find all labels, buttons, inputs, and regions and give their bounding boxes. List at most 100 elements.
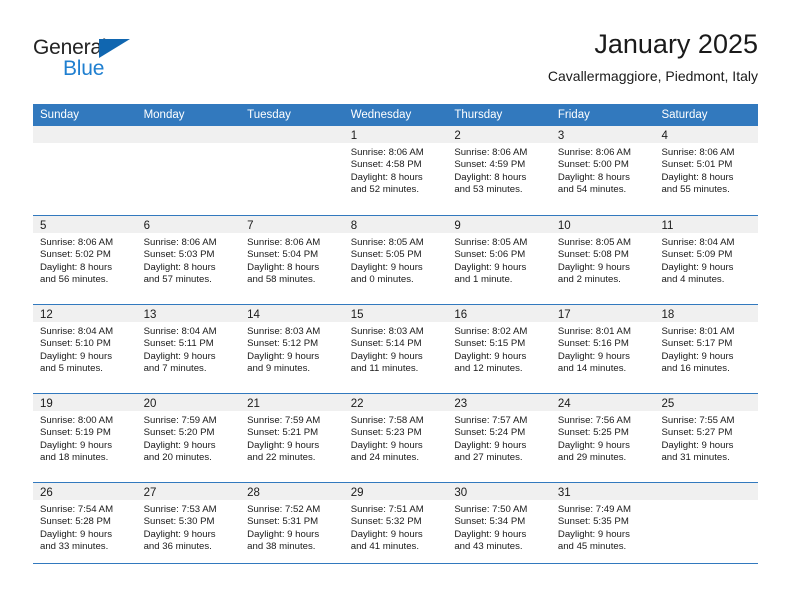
daylight-line-cont: and 14 minutes.: [557, 363, 627, 375]
sunset-line: Sunset: 4:59 PM: [454, 159, 526, 171]
daylight-line-cont: and 33 minutes.: [40, 541, 109, 553]
day-number: 21: [247, 398, 260, 410]
daylight-line: Daylight: 9 hours: [557, 261, 630, 273]
sunset-line: Sunset: 5:25 PM: [557, 427, 629, 439]
daylight-line: Daylight: 9 hours: [557, 350, 630, 362]
day-number-band: 10: [550, 216, 655, 233]
sunrise-line: Sunrise: 7:49 AM: [557, 504, 631, 515]
sunrise-line: Sunrise: 8:06 AM: [40, 237, 114, 248]
calendar-day-cell[interactable]: 15 Sunrise: 8:03 AM Sunset: 5:14 PM Dayligh…: [343, 305, 448, 393]
sunrise-line: Sunrise: 7:57 AM: [454, 415, 528, 426]
calendar-day-cell[interactable]: 14 Sunrise: 8:03 AM Sunset: 5:12 PM Dayligh…: [240, 305, 344, 393]
daylight-line: Daylight: 9 hours: [247, 528, 320, 540]
day-number-band: 27: [136, 483, 241, 500]
calendar-day-cell[interactable]: 17 Sunrise: 8:01 AM Sunset: 5:16 PM Dayligh…: [550, 305, 655, 393]
day-number-band: [654, 483, 759, 500]
calendar-day-cell[interactable]: 23 Sunrise: 7:57 AM Sunset: 5:24 PM Dayligh…: [447, 394, 551, 482]
daylight-line-cont: and 22 minutes.: [247, 452, 316, 464]
day-sun-info: Sunrise: 8:02 AM Sunset: 5:15 PM Daylight:…: [447, 322, 551, 376]
daylight-line: Daylight: 8 hours: [661, 171, 734, 183]
calendar-day-cell[interactable]: 20 Sunrise: 7:59 AM Sunset: 5:20 PM Dayligh…: [136, 394, 241, 482]
day-number-band: 29: [343, 483, 448, 500]
logo-text-blue: Blue: [63, 57, 105, 80]
daylight-line: Daylight: 9 hours: [454, 439, 527, 451]
sunrise-line: Sunrise: 7:56 AM: [557, 415, 631, 426]
sunrise-line: Sunrise: 7:55 AM: [661, 415, 735, 426]
calendar-day-cell[interactable]: 27 Sunrise: 7:53 AM Sunset: 5:30 PM Dayligh…: [136, 483, 241, 571]
sunrise-line: Sunrise: 8:06 AM: [454, 147, 528, 158]
calendar-day-cell[interactable]: 24 Sunrise: 7:56 AM Sunset: 5:25 PM Dayligh…: [550, 394, 655, 482]
calendar-day-cell[interactable]: 9 Sunrise: 8:05 AM Sunset: 5:06 PM Daylight…: [447, 216, 551, 304]
calendar-day-cell[interactable]: 7 Sunrise: 8:06 AM Sunset: 5:04 PM Daylight…: [240, 216, 344, 304]
day-number-band: 7: [240, 216, 344, 233]
daylight-line: Daylight: 9 hours: [557, 528, 630, 540]
calendar-day-cell[interactable]: 16 Sunrise: 8:02 AM Sunset: 5:15 PM Dayligh…: [447, 305, 551, 393]
day-sun-info: Sunrise: 8:06 AM Sunset: 4:58 PM Daylight:…: [344, 143, 448, 197]
calendar-day-cell[interactable]: 6 Sunrise: 8:06 AM Sunset: 5:03 PM Daylight…: [136, 216, 241, 304]
calendar-day-cell[interactable]: 22 Sunrise: 7:58 AM Sunset: 5:23 PM Dayligh…: [343, 394, 448, 482]
calendar-day-cell[interactable]: 26 Sunrise: 7:54 AM Sunset: 5:28 PM Dayligh…: [33, 483, 137, 571]
calendar-bottom-rule: [33, 563, 758, 564]
calendar-day-cell[interactable]: 29 Sunrise: 7:51 AM Sunset: 5:32 PM Dayligh…: [343, 483, 448, 571]
calendar-day-cell[interactable]: 1 Sunrise: 8:06 AM Sunset: 4:58 PM Daylight…: [343, 126, 448, 215]
sunset-line: Sunset: 5:02 PM: [40, 249, 111, 261]
calendar-day-cell[interactable]: 2 Sunrise: 8:06 AM Sunset: 4:59 PM Daylight…: [447, 126, 551, 215]
calendar-day-cell[interactable]: 10 Sunrise: 8:05 AM Sunset: 5:08 PM Dayligh…: [550, 216, 655, 304]
sunrise-line: Sunrise: 8:05 AM: [454, 237, 528, 248]
sunrise-line: Sunrise: 8:01 AM: [557, 326, 631, 337]
calendar-day-cell[interactable]: 18 Sunrise: 8:01 AM Sunset: 5:17 PM Dayligh…: [654, 305, 759, 393]
day-number-band: 24: [550, 394, 655, 411]
day-number-band: 17: [550, 305, 655, 322]
sunrise-line: Sunrise: 8:05 AM: [557, 237, 631, 248]
sunrise-line: Sunrise: 7:51 AM: [350, 504, 424, 515]
day-number-band: 19: [33, 394, 137, 411]
daylight-line: Daylight: 9 hours: [143, 350, 216, 362]
calendar-day-cell[interactable]: 8 Sunrise: 8:05 AM Sunset: 5:05 PM Daylight…: [343, 216, 448, 304]
calendar-day-cell[interactable]: 19 Sunrise: 8:00 AM Sunset: 5:19 PM Dayligh…: [33, 394, 137, 482]
day-number: 10: [557, 220, 571, 232]
weekday-header-friday: Friday: [557, 109, 590, 121]
calendar-day-cell[interactable]: 11 Sunrise: 8:04 AM Sunset: 5:09 PM Dayligh…: [654, 216, 759, 304]
day-number-band: 18: [654, 305, 759, 322]
day-sun-info: Sunrise: 8:01 AM Sunset: 5:16 PM Daylight:…: [551, 322, 655, 376]
calendar-day-cell[interactable]: 31 Sunrise: 7:49 AM Sunset: 5:35 PM Dayligh…: [550, 483, 655, 571]
day-number: 15: [350, 309, 364, 321]
daylight-line: Daylight: 8 hours: [143, 261, 216, 273]
sunrise-line: Sunrise: 8:03 AM: [247, 326, 321, 337]
calendar-day-cell[interactable]: 25 Sunrise: 7:55 AM Sunset: 5:27 PM Dayligh…: [654, 394, 759, 482]
day-number-band: 8: [343, 216, 448, 233]
sunset-line: Sunset: 5:35 PM: [557, 516, 629, 528]
daylight-line-cont: and 0 minutes.: [350, 274, 414, 286]
calendar-day-cell[interactable]: 13 Sunrise: 8:04 AM Sunset: 5:11 PM Dayligh…: [136, 305, 241, 393]
day-sun-info: Sunrise: 8:06 AM Sunset: 5:01 PM Daylight:…: [654, 143, 758, 197]
day-number: 26: [40, 487, 53, 499]
day-number-band: 23: [447, 394, 551, 411]
generalblue-logo[interactable]: General Blue: [33, 36, 163, 88]
day-number-band: 30: [447, 483, 551, 500]
day-number-band: [33, 126, 137, 143]
daylight-line: Daylight: 9 hours: [350, 439, 423, 451]
calendar-day-cell-empty: [654, 483, 759, 571]
day-sun-info: Sunrise: 8:03 AM Sunset: 5:12 PM Daylight:…: [240, 322, 344, 376]
calendar-day-cell[interactable]: 4 Sunrise: 8:06 AM Sunset: 5:01 PM Daylight…: [654, 126, 759, 215]
day-number-band: 14: [240, 305, 344, 322]
daylight-line-cont: and 2 minutes.: [557, 274, 621, 286]
calendar-day-cell[interactable]: 12 Sunrise: 8:04 AM Sunset: 5:10 PM Dayligh…: [33, 305, 137, 393]
day-number: 31: [557, 487, 571, 499]
page-subtitle: Cavallermaggiore, Piedmont, Italy: [547, 68, 758, 84]
calendar-day-cell[interactable]: 28 Sunrise: 7:52 AM Sunset: 5:31 PM Dayligh…: [240, 483, 344, 571]
calendar-day-cell[interactable]: 30 Sunrise: 7:50 AM Sunset: 5:34 PM Dayligh…: [447, 483, 551, 571]
calendar-day-cell-empty: [136, 126, 241, 215]
calendar-week-row: 12 Sunrise: 8:04 AM Sunset: 5:10 PM Dayligh…: [33, 304, 759, 393]
sunrise-line: Sunrise: 8:04 AM: [40, 326, 114, 337]
calendar-day-cell[interactable]: 21 Sunrise: 7:59 AM Sunset: 5:21 PM Dayligh…: [240, 394, 344, 482]
day-number-band: 31: [550, 483, 655, 500]
calendar-day-cell[interactable]: 3 Sunrise: 8:06 AM Sunset: 5:00 PM Daylight…: [550, 126, 655, 215]
day-number: 22: [350, 398, 364, 410]
sunset-line: Sunset: 5:28 PM: [40, 516, 111, 528]
day-number-band: 16: [447, 305, 551, 322]
calendar-day-cell[interactable]: 5 Sunrise: 8:06 AM Sunset: 5:02 PM Daylight…: [33, 216, 137, 304]
day-sun-info: Sunrise: 7:57 AM Sunset: 5:24 PM Daylight:…: [447, 411, 551, 465]
daylight-line-cont: and 57 minutes.: [143, 274, 212, 286]
day-number-band: 26: [33, 483, 137, 500]
